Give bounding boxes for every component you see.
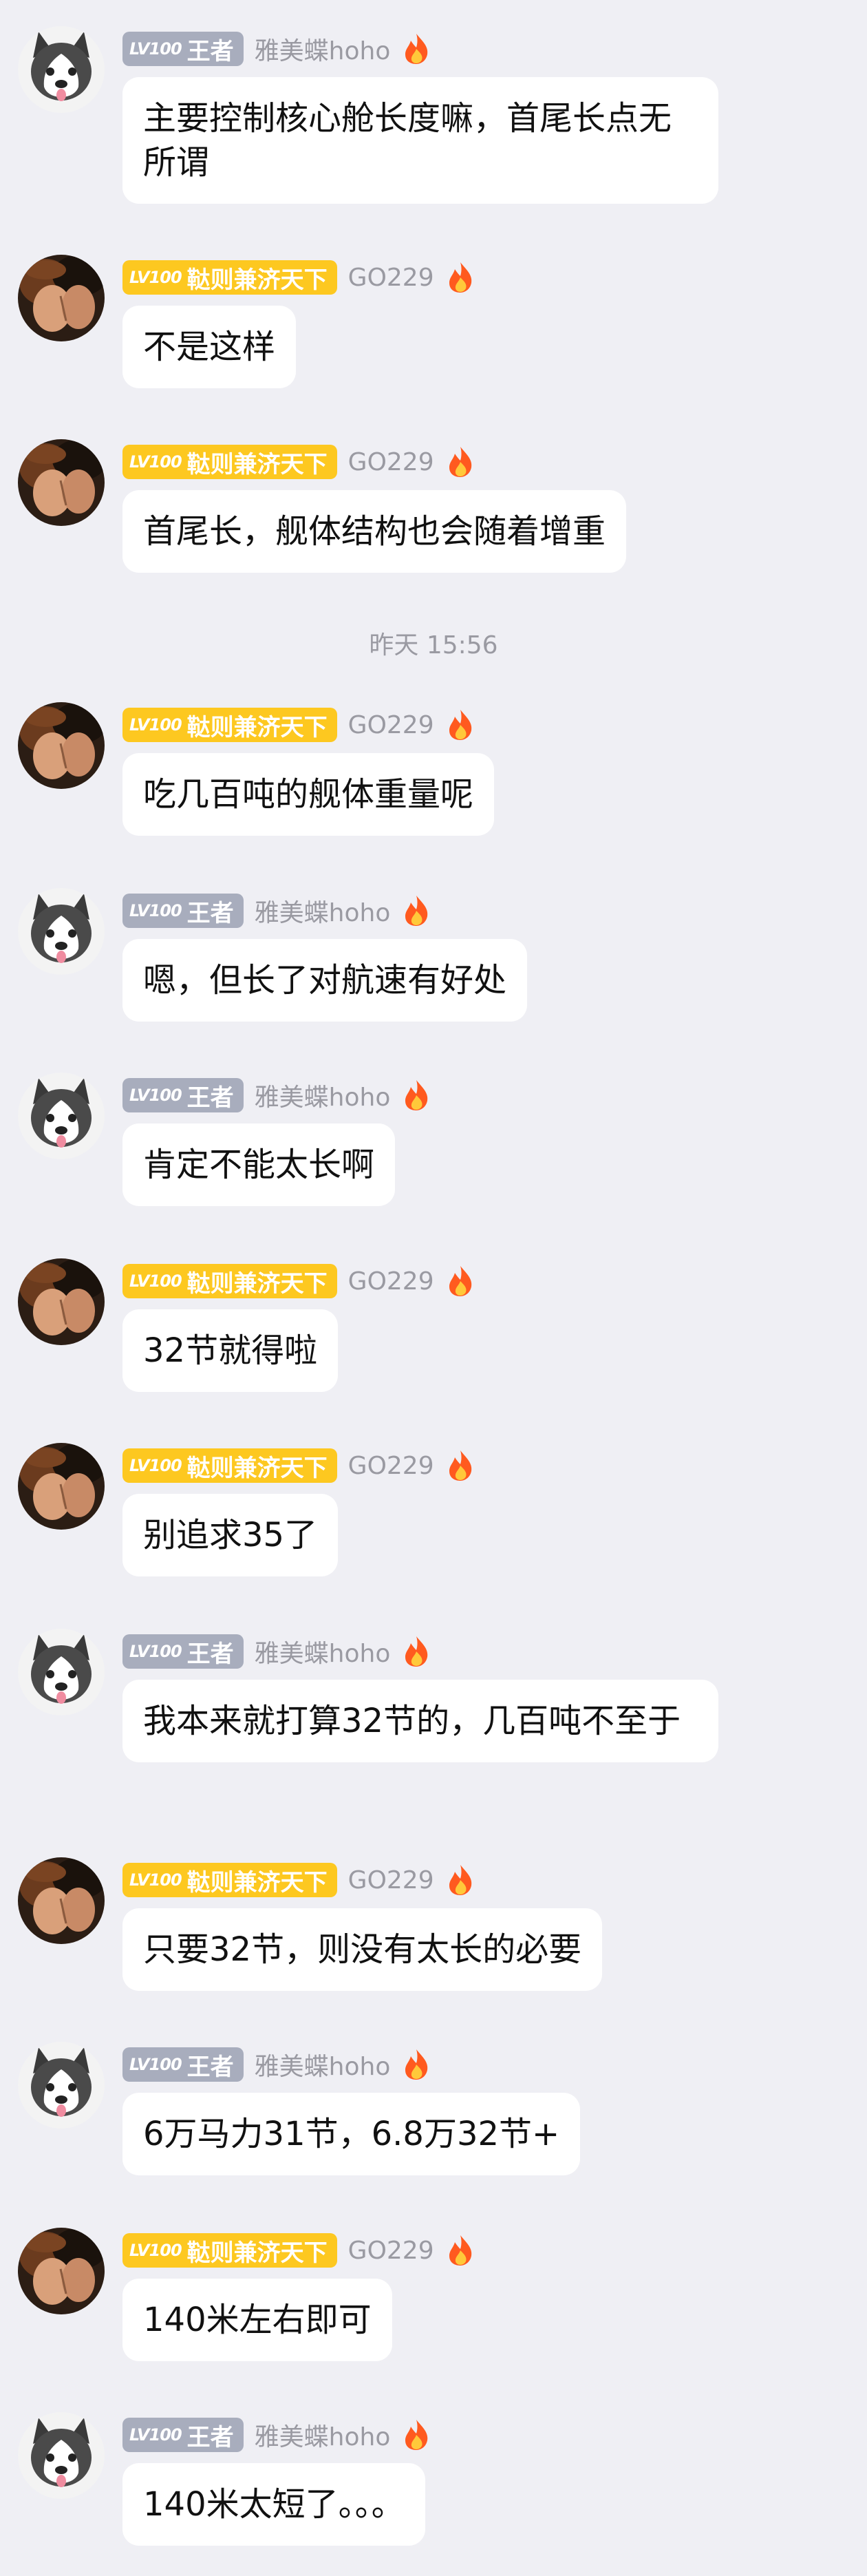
sender-name[interactable]: GO229 [348, 2237, 434, 2265]
avatar[interactable] [18, 702, 105, 789]
flame-icon [401, 894, 431, 927]
level-badge: LV100 鞑则兼济天下 [122, 1863, 337, 1897]
flame-icon [401, 1079, 431, 1112]
sender-meta: LV100 鞑则兼济天下 GO229 [122, 1264, 475, 1298]
level-badge: LV100 鞑则兼济天下 [122, 708, 337, 742]
sender-name[interactable]: 雅美蝶hoho [255, 31, 391, 67]
message-bubble[interactable]: 只要32节，则没有太长的必要 [122, 1908, 603, 1991]
level-badge: LV100 王者 [122, 1078, 244, 1112]
flame-icon [445, 1864, 475, 1897]
sender-name[interactable]: GO229 [348, 711, 434, 739]
message-bubble[interactable]: 嗯，但长了对航速有好处 [122, 939, 528, 1022]
message-bubble[interactable]: 主要控制核心舱长度嘛，首尾长点无所谓 [122, 77, 718, 204]
avatar[interactable] [18, 439, 105, 526]
level-badge: LV100 鞑则兼济天下 [122, 2233, 337, 2268]
sender-meta: LV100 王者 雅美蝶hoho [122, 2418, 431, 2452]
timestamp: 昨天 15:56 [369, 631, 498, 659]
message-bubble[interactable]: 32节就得啦 [122, 1309, 339, 1392]
avatar[interactable] [18, 26, 105, 113]
sender-name[interactable]: GO229 [348, 1267, 434, 1296]
sender-name[interactable]: GO229 [348, 1866, 434, 1894]
sender-meta: LV100 王者 雅美蝶hoho [122, 2047, 431, 2082]
flame-icon [401, 2048, 431, 2081]
sender-name[interactable]: GO229 [348, 1452, 434, 1480]
level-badge: LV100 鞑则兼济天下 [122, 1448, 337, 1483]
level-badge: LV100 王者 [122, 894, 244, 928]
avatar[interactable] [18, 2412, 105, 2499]
avatar[interactable] [18, 2042, 105, 2129]
flame-icon [445, 445, 475, 478]
sender-name[interactable]: 雅美蝶hoho [255, 2417, 391, 2453]
message-bubble[interactable]: 肯定不能太长啊 [122, 1123, 396, 1206]
avatar[interactable] [18, 1443, 105, 1530]
avatar[interactable] [18, 1629, 105, 1715]
sender-meta: LV100 鞑则兼济天下 GO229 [122, 260, 475, 295]
flame-icon [401, 32, 431, 65]
level-badge: LV100 鞑则兼济天下 [122, 1264, 337, 1298]
flame-icon [401, 2418, 431, 2451]
avatar[interactable] [18, 255, 105, 341]
avatar[interactable] [18, 888, 105, 975]
avatar[interactable] [18, 1073, 105, 1159]
sender-name[interactable]: 雅美蝶hoho [255, 893, 391, 929]
message-bubble[interactable]: 140米太短了。。。 [122, 2463, 425, 2546]
sender-meta: LV100 王者 雅美蝶hoho [122, 1634, 431, 1669]
message-bubble[interactable]: 别追求35了 [122, 1494, 339, 1576]
sender-name[interactable]: 雅美蝶hoho [255, 1634, 391, 1669]
flame-icon [445, 261, 475, 294]
sender-meta: LV100 鞑则兼济天下 GO229 [122, 708, 475, 742]
message-bubble[interactable]: 140米左右即可 [122, 2279, 392, 2361]
flame-icon [445, 708, 475, 741]
sender-meta: LV100 王者 雅美蝶hoho [122, 894, 431, 928]
avatar[interactable] [18, 1258, 105, 1345]
avatar[interactable] [18, 1857, 105, 1944]
message-bubble[interactable]: 我本来就打算32节的，几百吨不至于 [122, 1680, 718, 1762]
sender-meta: LV100 鞑则兼济天下 GO229 [122, 1863, 475, 1897]
flame-icon [445, 2234, 475, 2267]
sender-meta: LV100 鞑则兼济天下 GO229 [122, 445, 475, 479]
message-bubble[interactable]: 不是这样 [122, 306, 297, 388]
flame-icon [445, 1265, 475, 1298]
level-badge: LV100 王者 [122, 1634, 244, 1669]
sender-name[interactable]: GO229 [348, 264, 434, 292]
message-bubble[interactable]: 吃几百吨的舰体重量呢 [122, 753, 495, 836]
sender-meta: LV100 鞑则兼济天下 GO229 [122, 2233, 475, 2268]
sender-name[interactable]: GO229 [348, 448, 434, 476]
level-badge: LV100 王者 [122, 2047, 244, 2082]
message-bubble[interactable]: 首尾长，舰体结构也会随着增重 [122, 490, 627, 573]
level-badge: LV100 王者 [122, 32, 244, 66]
avatar[interactable] [18, 2228, 105, 2314]
sender-meta: LV100 王者 雅美蝶hoho [122, 1078, 431, 1112]
sender-meta: LV100 鞑则兼济天下 GO229 [122, 1448, 475, 1483]
level-badge: LV100 王者 [122, 2418, 244, 2452]
flame-icon [445, 1449, 475, 1482]
sender-name[interactable]: 雅美蝶hoho [255, 1077, 391, 1113]
message-bubble[interactable]: 6万马力31节，6.8万32节+ [122, 2093, 581, 2175]
sender-name[interactable]: 雅美蝶hoho [255, 2047, 391, 2082]
sender-meta: LV100 王者 雅美蝶hoho [122, 32, 431, 66]
level-badge: LV100 鞑则兼济天下 [122, 260, 337, 295]
flame-icon [401, 1635, 431, 1668]
level-badge: LV100 鞑则兼济天下 [122, 445, 337, 479]
